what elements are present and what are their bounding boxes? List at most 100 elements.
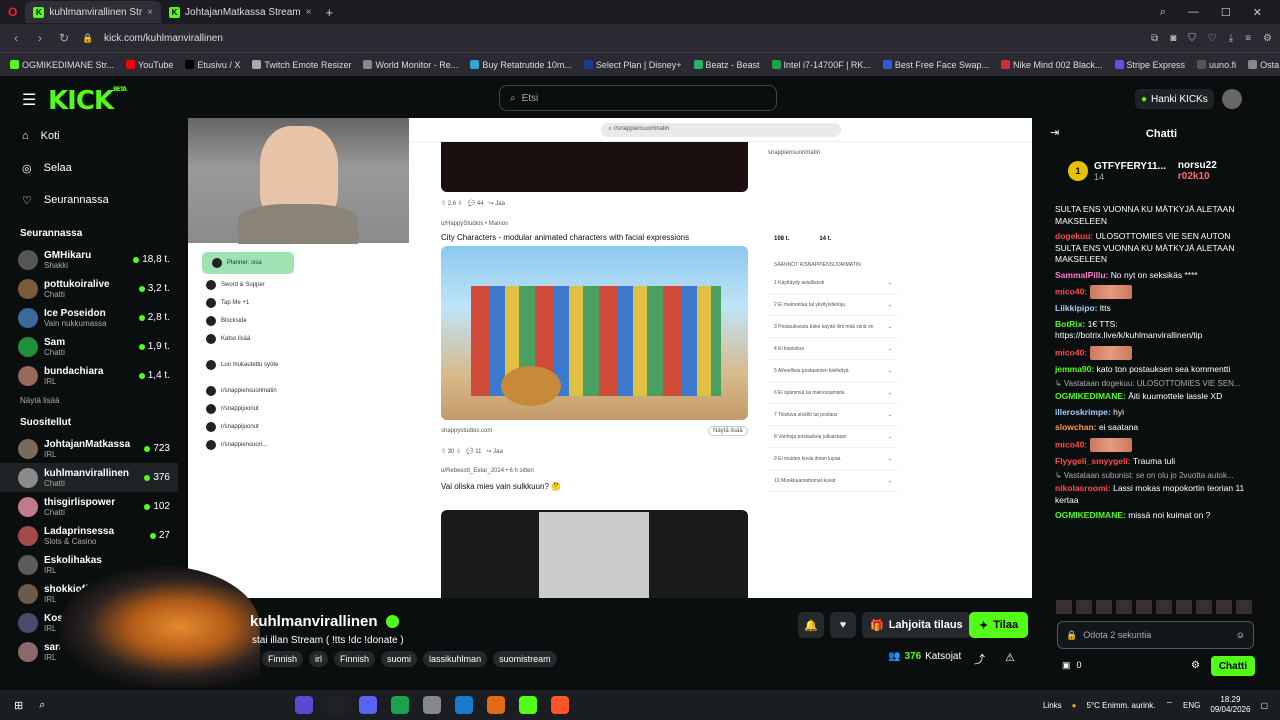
close-tab-icon[interactable]: ×: [306, 7, 312, 18]
app-icon[interactable]: [423, 696, 442, 714]
sidebar-channel-ice poseidon[interactable]: Ice Poseidon Vain nukkumassa 2,8 t.: [0, 303, 178, 332]
get-kicks-button[interactable]: ● Hanki KICKs: [1135, 89, 1214, 109]
stream-tag[interactable]: suomi: [381, 651, 418, 667]
search-input[interactable]: ⌕ Etsi: [499, 85, 777, 111]
wifi-icon[interactable]: ⌔: [1166, 700, 1174, 710]
search-tabs-icon[interactable]: ⌕: [1160, 6, 1166, 19]
sidebar-nav-selaa[interactable]: ◎ Selaa: [0, 152, 178, 184]
heart-icon[interactable]: ♡: [1208, 33, 1217, 44]
download-icon[interactable]: ⤓: [1229, 33, 1233, 44]
channel-name[interactable]: kuhlmanvirallinen: [250, 613, 399, 630]
search-icon[interactable]: ⌕: [39, 699, 45, 712]
sidebar-channel-johtajanmatkassa[interactable]: JohtajanMatkassa IRL 723: [0, 434, 178, 463]
chat-username[interactable]: dogekuu:: [1055, 231, 1096, 241]
close-tab-icon[interactable]: ×: [147, 7, 153, 18]
bookmark-item[interactable]: World Monitor - Re...: [363, 60, 458, 70]
stream-tag[interactable]: irl: [309, 651, 329, 667]
bookmark-item[interactable]: YouTube: [126, 60, 173, 70]
bookmark-item[interactable]: Stripe Express: [1114, 60, 1185, 70]
sidebar-channel-gmhikaru[interactable]: GMHikaru Shakki 18,8 t.: [0, 245, 178, 274]
close-window-icon[interactable]: ✕: [1253, 6, 1262, 19]
emote-quickbar[interactable]: [1056, 600, 1256, 616]
back-icon[interactable]: ‹: [8, 31, 24, 45]
bookmark-item[interactable]: Osta Retatrutides | T...: [1248, 60, 1280, 70]
bookmark-item[interactable]: Buy Retatrutide 10m...: [470, 60, 572, 70]
weather-text[interactable]: 5°C Enimm. aurink.: [1087, 701, 1156, 710]
share-icon[interactable]: ⤴: [974, 651, 985, 667]
bookmark-item[interactable]: OGMIKEDIMANE Str...: [10, 60, 114, 70]
notifications-bell-icon[interactable]: 🔔: [798, 612, 824, 638]
notifications-icon[interactable]: ▢: [1260, 701, 1268, 710]
stream-tag[interactable]: Finnish: [334, 651, 376, 667]
sidebar-channel-thisgirlispower[interactable]: thisgirlispower Chatti 102: [0, 492, 178, 521]
new-tab-icon[interactable]: +: [325, 5, 333, 20]
sidebar-channel-sam[interactable]: Sam Chatti 1,9 t.: [0, 332, 178, 361]
bookmark-item[interactable]: Intel i7-14700F | RK...: [771, 60, 871, 70]
chat-username[interactable]: slowchan:: [1055, 422, 1099, 432]
kick-app-icon[interactable]: [519, 696, 538, 714]
bookmark-item[interactable]: Nike Mind 002 Black...: [1000, 60, 1103, 70]
bookmark-item[interactable]: Etusivu / X: [185, 60, 240, 70]
stream-tag[interactable]: suomistream: [493, 651, 557, 667]
chat-username[interactable]: jemma90:: [1055, 364, 1097, 374]
subscribe-button[interactable]: ✦ Tilaa: [969, 612, 1029, 638]
sidebar-channel-bundachiara[interactable]: bundachiara IRL 1,4 t.: [0, 361, 178, 390]
kicks-balance[interactable]: ▣ 0: [1062, 660, 1082, 671]
chat-username[interactable]: SammalPillu:: [1055, 270, 1111, 280]
chat-username[interactable]: Liikkipipo:: [1055, 303, 1100, 313]
start-icon[interactable]: ⊞: [14, 699, 23, 712]
brave-icon[interactable]: [551, 696, 570, 714]
chat-username[interactable]: mico40:: [1055, 439, 1090, 449]
gift-sub-button[interactable]: 🎁 Lahjoita tilaus: [862, 612, 971, 638]
chat-username[interactable]: OGMIKEDIMANE:: [1055, 391, 1128, 401]
browser-tab[interactable]: K JohtajanMatkassa Stream ×: [161, 1, 319, 23]
camera-icon[interactable]: ◙: [1170, 33, 1176, 44]
sidebar-channel-kuhlmanvirallinen[interactable]: kuhlmanvirallinen Chatti 376: [0, 463, 178, 492]
clock[interactable]: 18.29 09/04/2026: [1210, 695, 1250, 715]
discord-icon[interactable]: [359, 696, 378, 714]
shield-icon[interactable]: ⛉: [1188, 33, 1196, 44]
kick-logo[interactable]: KICKBETA: [48, 86, 127, 116]
chat-username[interactable]: nikolasroomi:: [1055, 483, 1113, 493]
app-icon[interactable]: [391, 696, 410, 714]
bookmark-item[interactable]: Twitch Emote Resizer: [252, 60, 351, 70]
send-chat-button[interactable]: Chatti: [1211, 656, 1255, 676]
maximize-icon[interactable]: ☐: [1221, 6, 1231, 19]
emote-picker-icon[interactable]: ☺: [1236, 630, 1245, 640]
extensions-icon[interactable]: ⧉: [1151, 33, 1158, 44]
chat-username[interactable]: mico40:: [1055, 347, 1090, 357]
hamburger-menu-icon[interactable]: ☰: [22, 90, 36, 110]
sidebar-channel-ladaprinsessa[interactable]: Ladaprinsessa Slots & Casino 27: [0, 521, 178, 550]
chat-username[interactable]: Flyygeli_smyygeli:: [1055, 456, 1133, 466]
chat-username[interactable]: OGMIKEDIMANE:: [1055, 510, 1128, 520]
show-more-link[interactable]: Näytä lisää: [0, 390, 178, 411]
stream-tag[interactable]: lassikuhlman: [423, 651, 488, 667]
app-icon[interactable]: [295, 696, 314, 714]
follow-heart-icon[interactable]: ♥: [830, 612, 856, 638]
minimize-icon[interactable]: —: [1188, 6, 1199, 19]
bookmark-item[interactable]: uuno.fi: [1197, 60, 1236, 70]
sidebar-channel-pottukoiralive[interactable]: pottukoiralive Chatti 3,2 t.: [0, 274, 178, 303]
links-toolbar[interactable]: Links: [1043, 701, 1062, 710]
sidebar-nav-seurannassa[interactable]: ♡ Seurannassa: [0, 184, 178, 216]
opera-icon[interactable]: O: [8, 5, 17, 19]
stream-tag[interactable]: Finnish: [262, 651, 304, 667]
chat-username[interactable]: illeroskrimpe:: [1055, 407, 1113, 417]
browser-tab-active[interactable]: K kuhlmanvirallinen Str ×: [25, 1, 162, 23]
bookmark-item[interactable]: Best Free Face Swap...: [882, 60, 989, 70]
menu-icon[interactable]: ≡: [1245, 33, 1251, 44]
language-indicator[interactable]: ENG: [1183, 701, 1200, 710]
user-avatar[interactable]: [1222, 89, 1242, 109]
edge-icon[interactable]: [455, 696, 474, 714]
reload-icon[interactable]: ↻: [56, 31, 72, 45]
chat-input[interactable]: 🔒 Odota 2 sekuntia ☺: [1057, 621, 1254, 649]
url-field[interactable]: kick.com/kuhlmanvirallinen: [104, 33, 223, 44]
settings-icon[interactable]: ⚙: [1263, 33, 1272, 44]
report-icon[interactable]: ⚠: [1005, 651, 1015, 664]
forward-icon[interactable]: ›: [32, 31, 48, 45]
chat-username[interactable]: BotRix:: [1055, 319, 1088, 329]
bookmark-item[interactable]: Beatz - Beast: [693, 60, 760, 70]
bookmark-item[interactable]: Select Plan | Disney+: [583, 60, 682, 70]
firefox-icon[interactable]: [487, 696, 506, 714]
sidebar-nav-koti[interactable]: ⌂ Koti: [0, 120, 178, 152]
